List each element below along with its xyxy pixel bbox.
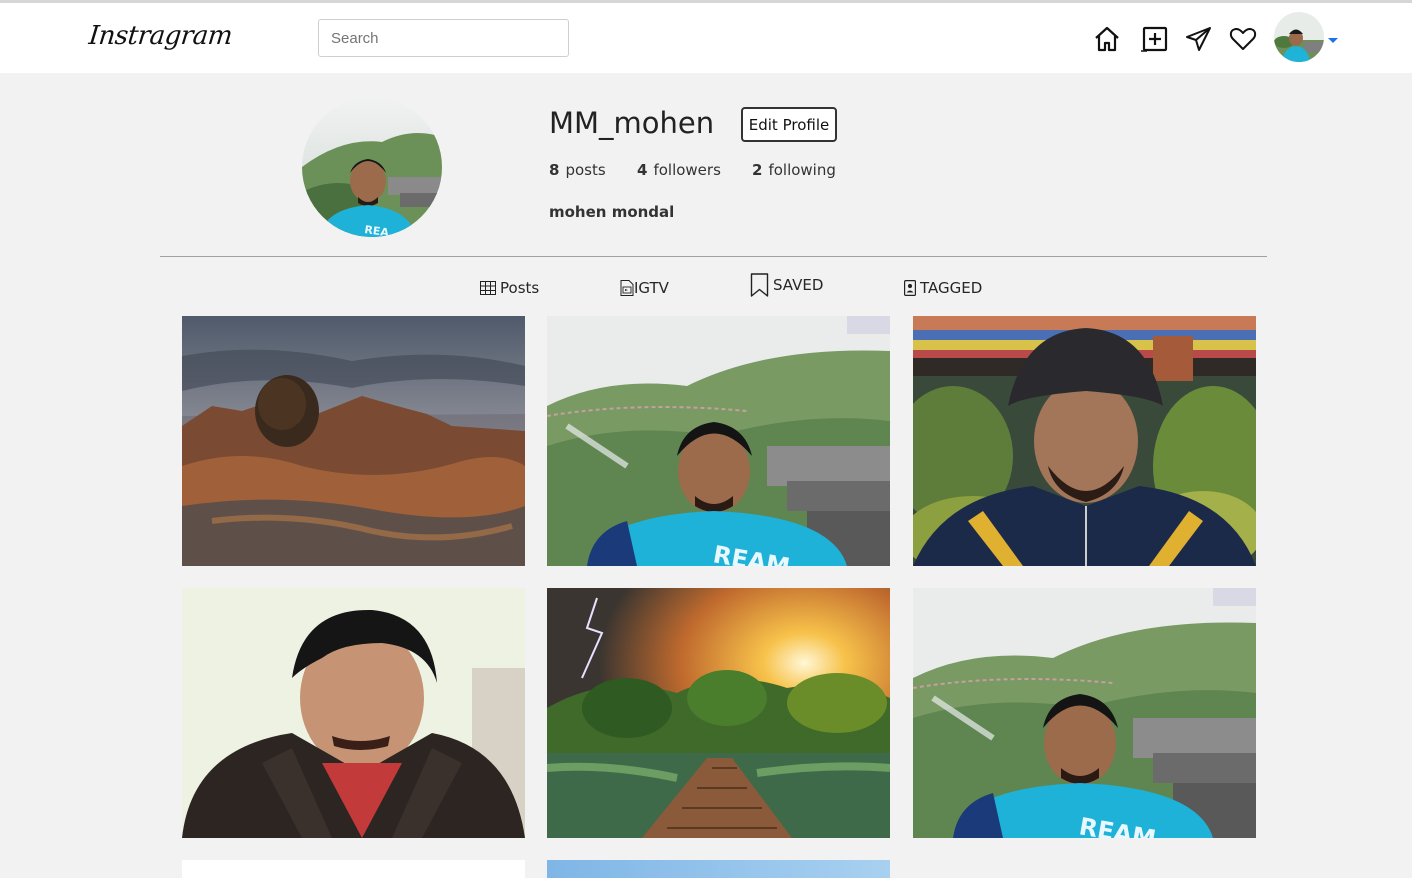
app-logo[interactable]: Instragram <box>87 21 233 51</box>
tab-posts-label: Posts <box>500 279 540 297</box>
posts-count: 8 <box>549 161 560 179</box>
tab-igtv[interactable]: IGTV <box>620 274 669 302</box>
followers-count: 4 <box>637 161 648 179</box>
profile-picture: REA <box>302 97 442 237</box>
followers-stat[interactable]: 4 followers <box>637 161 721 179</box>
tab-tagged-label: TAGGED <box>920 279 983 297</box>
profile-username: MM_mohen <box>549 106 715 140</box>
following-count: 2 <box>752 161 763 179</box>
tab-tagged[interactable]: TAGGED <box>904 274 982 302</box>
search-input[interactable] <box>318 19 569 57</box>
following-stat[interactable]: 2 following <box>752 161 836 179</box>
direct-message-icon[interactable] <box>1185 25 1213 53</box>
navbar: Instragram <box>0 3 1412 73</box>
tab-posts[interactable]: Posts <box>480 274 539 302</box>
heart-icon[interactable] <box>1229 25 1257 53</box>
igtv-icon <box>620 280 634 296</box>
post-thumbnail[interactable] <box>547 860 890 878</box>
svg-text:REA: REA <box>364 223 391 237</box>
bookmark-icon <box>750 273 769 297</box>
new-post-icon[interactable] <box>1141 25 1169 53</box>
following-label: following <box>768 161 836 179</box>
home-icon[interactable] <box>1093 25 1121 53</box>
tab-saved[interactable]: SAVED <box>750 271 823 299</box>
edit-profile-button[interactable]: Edit Profile <box>741 107 837 142</box>
post-thumbnail[interactable] <box>182 316 525 566</box>
tab-saved-label: SAVED <box>773 276 824 294</box>
profile-divider <box>160 256 1267 257</box>
account-dropdown-caret[interactable] <box>1328 38 1338 43</box>
post-thumbnail[interactable] <box>182 588 525 838</box>
tagged-icon <box>904 280 916 296</box>
followers-label: followers <box>653 161 721 179</box>
post-thumbnail[interactable]: REAM <box>913 588 1256 838</box>
post-thumbnail[interactable] <box>547 588 890 838</box>
post-thumbnail[interactable]: REAM <box>547 316 890 566</box>
tab-igtv-label: IGTV <box>634 279 669 297</box>
posts-count-stat: 8 posts <box>549 161 606 179</box>
profile-full-name: mohen mondal <box>549 203 675 221</box>
post-thumbnail[interactable] <box>182 860 525 878</box>
posts-label: posts <box>565 161 606 179</box>
profile-avatar-menu[interactable] <box>1274 12 1324 62</box>
grid-icon <box>480 280 496 295</box>
post-thumbnail[interactable] <box>913 316 1256 566</box>
